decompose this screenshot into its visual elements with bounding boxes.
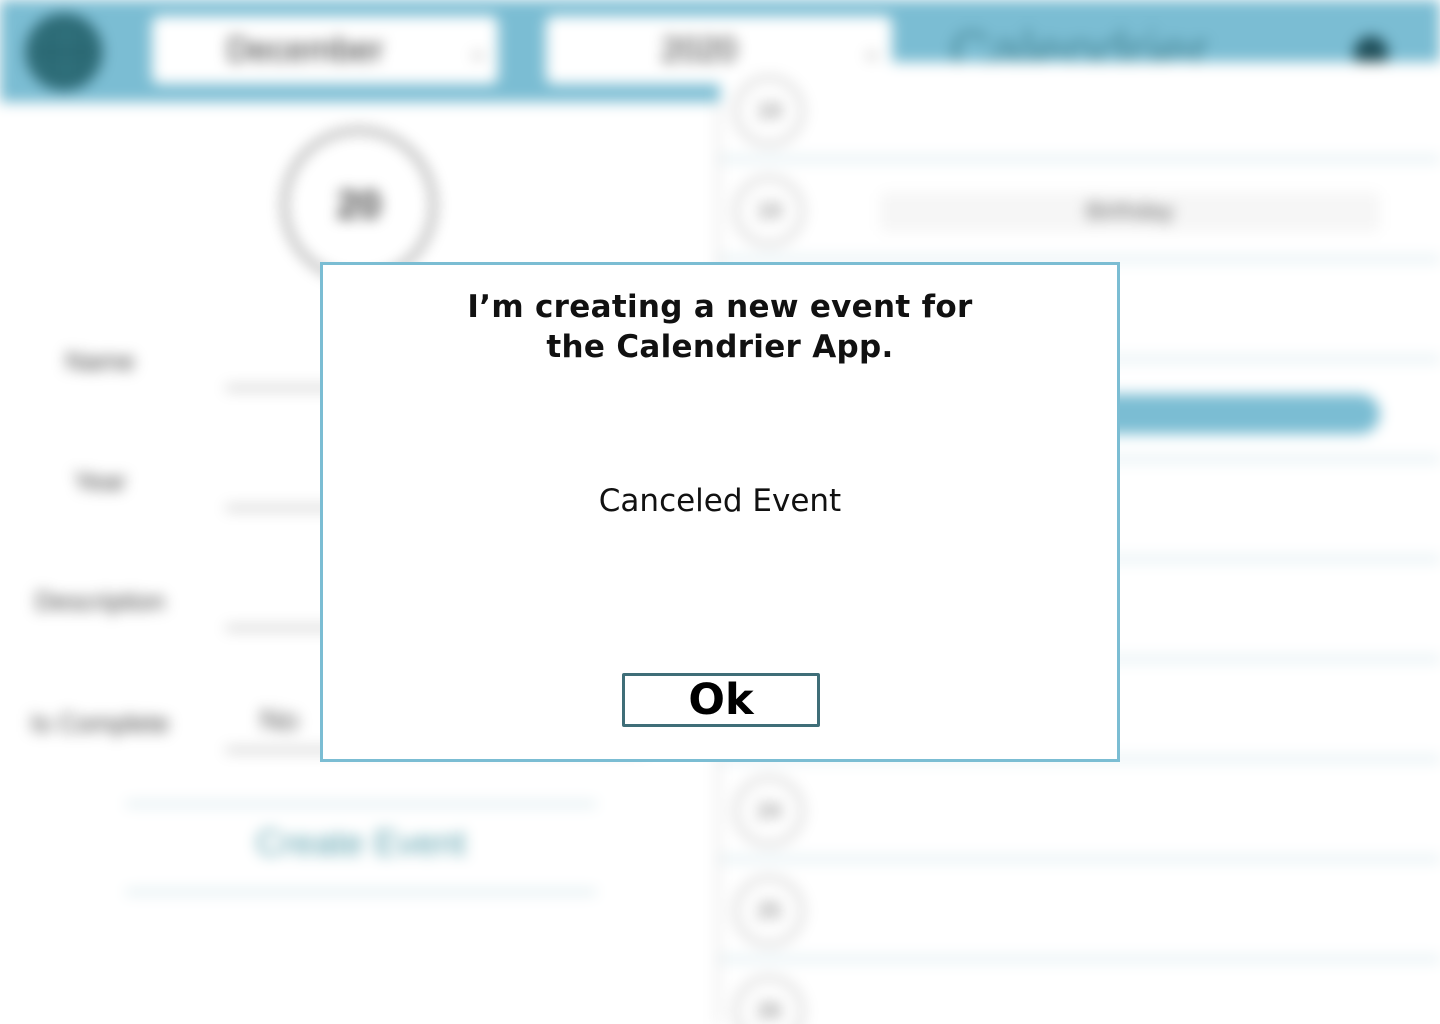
field-label: Is Complete	[30, 708, 170, 738]
list-item[interactable]: 26	[720, 962, 1440, 1024]
list-item[interactable]: 19 Birthday	[720, 162, 1440, 262]
event-chip[interactable]: Birthday	[880, 192, 1380, 232]
list-item[interactable]: 24	[720, 762, 1440, 862]
field-label: Year	[73, 466, 127, 496]
ok-button[interactable]: Ok	[622, 673, 820, 727]
day-circle: 24	[734, 776, 804, 846]
chevron-down-icon: ⌄	[467, 34, 489, 65]
globe-icon[interactable]	[26, 14, 102, 90]
field-label: Description	[34, 586, 166, 616]
selected-day-circle: 20	[282, 128, 436, 282]
field-label: Name	[65, 346, 135, 376]
is-complete-field[interactable]: No	[260, 704, 298, 738]
chevron-down-icon: ⌄	[861, 34, 883, 65]
month-select-value: December	[226, 30, 384, 69]
list-item[interactable]: 25	[720, 862, 1440, 962]
day-circle: 26	[734, 976, 804, 1024]
day-circle: 19	[734, 176, 804, 246]
day-circle: 25	[734, 876, 804, 946]
create-event-button[interactable]: Create Event	[126, 822, 596, 864]
alert-dialog: I’m creating a new event for the Calendr…	[320, 262, 1120, 762]
day-circle: 19	[734, 76, 804, 146]
month-select[interactable]: December ⌄	[152, 16, 498, 84]
dialog-message: Canceled Event	[598, 483, 842, 519]
divider	[126, 890, 596, 894]
list-item[interactable]: 19	[720, 62, 1440, 162]
divider	[126, 802, 596, 806]
dialog-title: I’m creating a new event for the Calendr…	[467, 289, 973, 365]
